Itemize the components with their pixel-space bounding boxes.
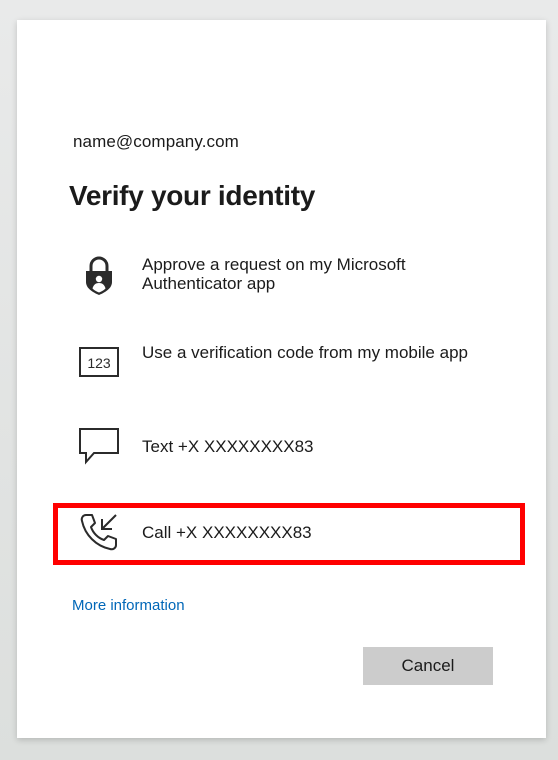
option-text-message[interactable]: Text +X XXXXXXXX83 [17, 420, 546, 480]
cancel-button[interactable]: Cancel [363, 647, 493, 685]
verification-code-icon-text: 123 [87, 355, 111, 371]
page-title: Verify your identity [69, 180, 316, 211]
message-icon [75, 422, 123, 470]
verify-identity-dialog: name@company.com Verify your identity Ap… [17, 20, 546, 738]
account-email: name@company.com [73, 132, 239, 151]
option-label: Approve a request on my Microsoft Authen… [142, 255, 406, 293]
option-label: Use a verification code from my mobile a… [142, 343, 468, 362]
option-label: Text +X XXXXXXXX83 [142, 437, 314, 456]
authenticator-lock-icon [75, 251, 123, 299]
option-verification-code[interactable]: 123 Use a verification code from my mobi… [17, 336, 546, 416]
phone-call-icon [75, 508, 123, 556]
more-information-link[interactable]: More information [72, 597, 185, 614]
option-phone-call[interactable]: Call +X XXXXXXXX83 [17, 506, 546, 566]
verification-code-icon: 123 [75, 338, 123, 386]
option-label: Call +X XXXXXXXX83 [142, 523, 312, 542]
option-authenticator-approve[interactable]: Approve a request on my Microsoft Authen… [17, 248, 546, 328]
